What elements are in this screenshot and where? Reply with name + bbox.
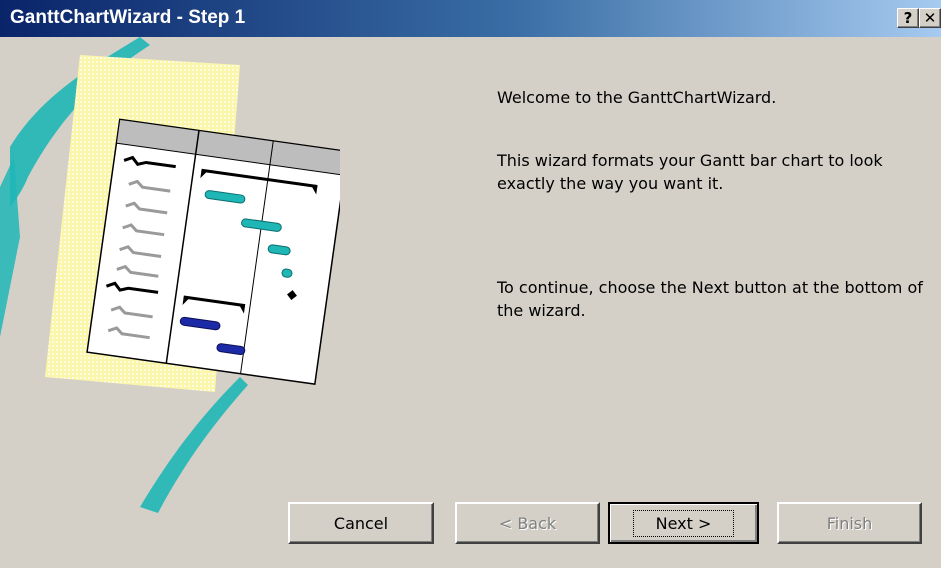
description-text: This wizard formats your Gantt bar chart… (497, 151, 883, 193)
gantt-chart-wizard-dialog: GanttChartWizard - Step 1 ? ✕ Welcome to… (0, 0, 941, 568)
next-button[interactable]: Next > (608, 502, 759, 544)
help-icon[interactable]: ? (897, 8, 919, 28)
title-bar[interactable]: GanttChartWizard - Step 1 ? ✕ (0, 0, 941, 37)
teal-streak-bottom (140, 377, 248, 513)
gantt-card (86, 118, 340, 385)
close-icon[interactable]: ✕ (919, 8, 941, 28)
finish-button[interactable]: Finish (777, 502, 922, 544)
instruction-text: To continue, choose the Next button at t… (497, 278, 923, 320)
welcome-text: Welcome to the GanttChartWizard. (497, 88, 777, 107)
cancel-button[interactable]: Cancel (288, 502, 434, 544)
window-title: GanttChartWizard - Step 1 (10, 7, 246, 28)
next-button-label: Next > (632, 509, 735, 537)
back-button[interactable]: < Back (455, 502, 600, 544)
wizard-illustration (0, 37, 340, 513)
